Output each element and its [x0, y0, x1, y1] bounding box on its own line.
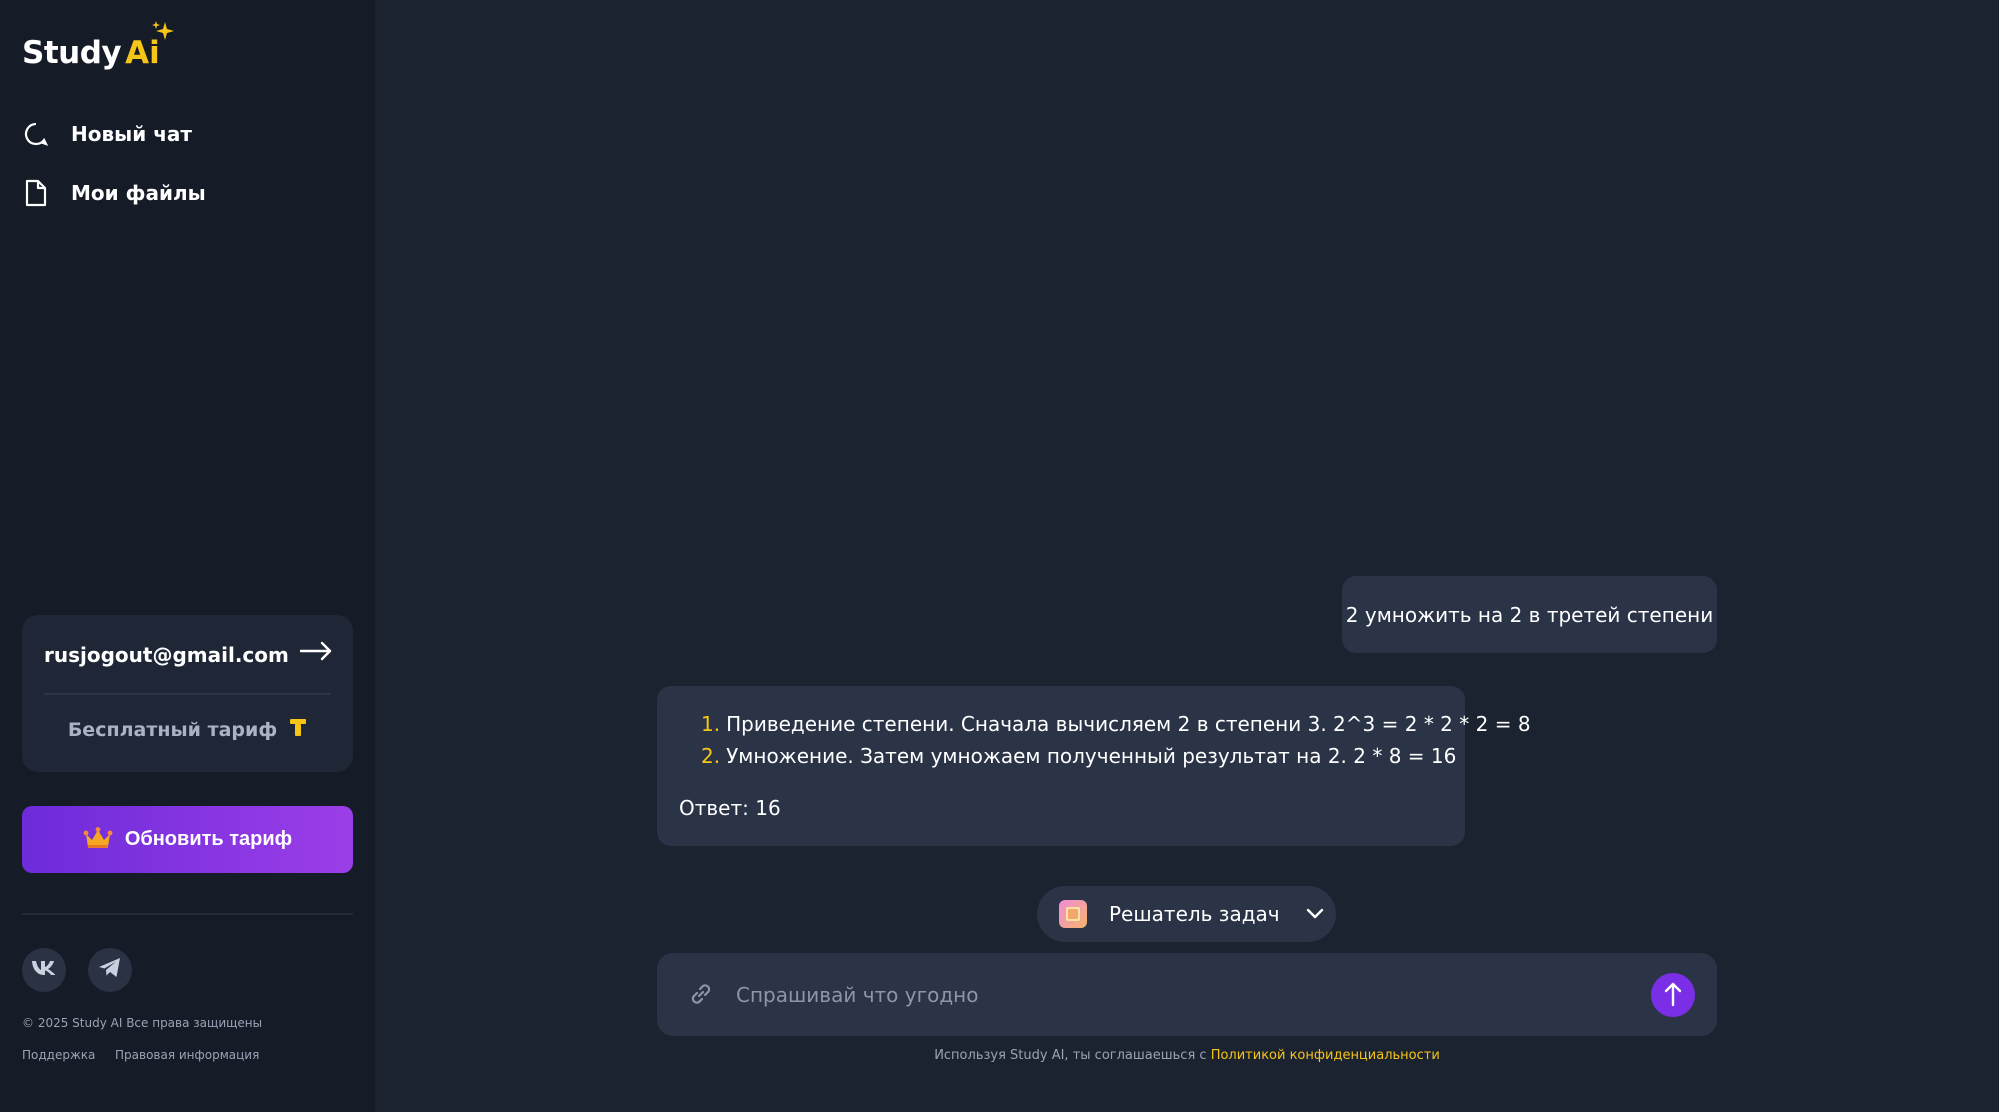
legal-info-link[interactable]: Правовая информация — [115, 1048, 259, 1062]
account-divider — [44, 693, 331, 695]
sparkle-icon — [152, 21, 175, 40]
telegram-icon — [98, 957, 122, 983]
mode-selector[interactable]: Решатель задач — [1037, 886, 1336, 942]
ai-response-bubble: 1. Приведение степени. Сначала вычисляем … — [657, 686, 1531, 846]
vk-link[interactable] — [22, 948, 66, 992]
ai-step-text: Приведение степени. Сначала вычисляем 2 … — [726, 712, 1531, 736]
crown-icon — [83, 826, 113, 853]
user-message-text: 2 умножить на 2 в третей степени — [1345, 602, 1714, 627]
chat-input-bar — [657, 953, 1717, 1036]
logo-study-text: Study — [22, 35, 122, 71]
privacy-disclaimer: Используя Study AI, ты соглашаешься с По… — [657, 1048, 1717, 1063]
arrow-up-icon — [1664, 981, 1682, 1010]
ai-answer-text: Ответ: 16 — [679, 796, 781, 820]
privacy-policy-link[interactable]: Политикой конфиденциальности — [1211, 1048, 1440, 1063]
plan-label: Бесплатный тариф — [67, 719, 278, 741]
ai-step-number: 2. — [701, 744, 721, 768]
ai-step-text: Умножение. Затем умножаем полученный рез… — [726, 744, 1457, 768]
plan-row[interactable]: Бесплатный тариф — [22, 718, 353, 742]
sidebar-divider — [22, 913, 353, 915]
copyright-text: © 2025 Study AI Все права защищены — [22, 1016, 263, 1030]
plan-badge-icon — [289, 718, 307, 742]
sidebar-item-label: Новый чат — [71, 122, 193, 146]
upgrade-plan-label: Обновить тариф — [124, 828, 293, 850]
sidebar-item-new-chat[interactable]: Новый чат — [22, 114, 192, 154]
task-solver-icon — [1059, 900, 1087, 928]
account-email: rusjogout@gmail.com — [44, 643, 289, 667]
ai-step-number: 1. — [701, 712, 721, 736]
sidebar-item-my-files[interactable]: Мои файлы — [22, 173, 206, 213]
attach-icon[interactable] — [687, 980, 715, 1012]
ai-step-item: 1. Приведение степени. Сначала вычисляем … — [701, 712, 1531, 736]
chevron-down-icon — [1306, 905, 1324, 924]
file-icon — [22, 179, 50, 207]
upgrade-plan-button[interactable]: Обновить тариф — [22, 806, 353, 873]
user-message-bubble: 2 умножить на 2 в третей степени — [1342, 576, 1717, 653]
sidebar: Study Ai Новый чат Мои файлы rusjogout@g… — [0, 0, 375, 1112]
support-link[interactable]: Поддержка — [22, 1048, 95, 1062]
chat-input[interactable] — [736, 973, 1636, 1016]
send-button[interactable] — [1651, 973, 1695, 1017]
chat-icon — [22, 120, 50, 148]
vk-icon — [31, 960, 57, 980]
mode-selector-label: Решатель задач — [1109, 902, 1280, 926]
disclaimer-text: Используя Study AI, ты соглашаешься с — [934, 1048, 1211, 1063]
sidebar-item-label: Мои файлы — [71, 181, 206, 205]
account-card: rusjogout@gmail.com Бесплатный тариф — [22, 615, 353, 772]
ai-step-item: 2. Умножение. Затем умножаем полученный р… — [701, 744, 1456, 768]
logout-arrow-icon[interactable] — [299, 641, 333, 665]
logo-ai-text: Ai — [125, 21, 175, 71]
telegram-link[interactable] — [88, 948, 132, 992]
logo[interactable]: Study Ai — [22, 21, 175, 76]
